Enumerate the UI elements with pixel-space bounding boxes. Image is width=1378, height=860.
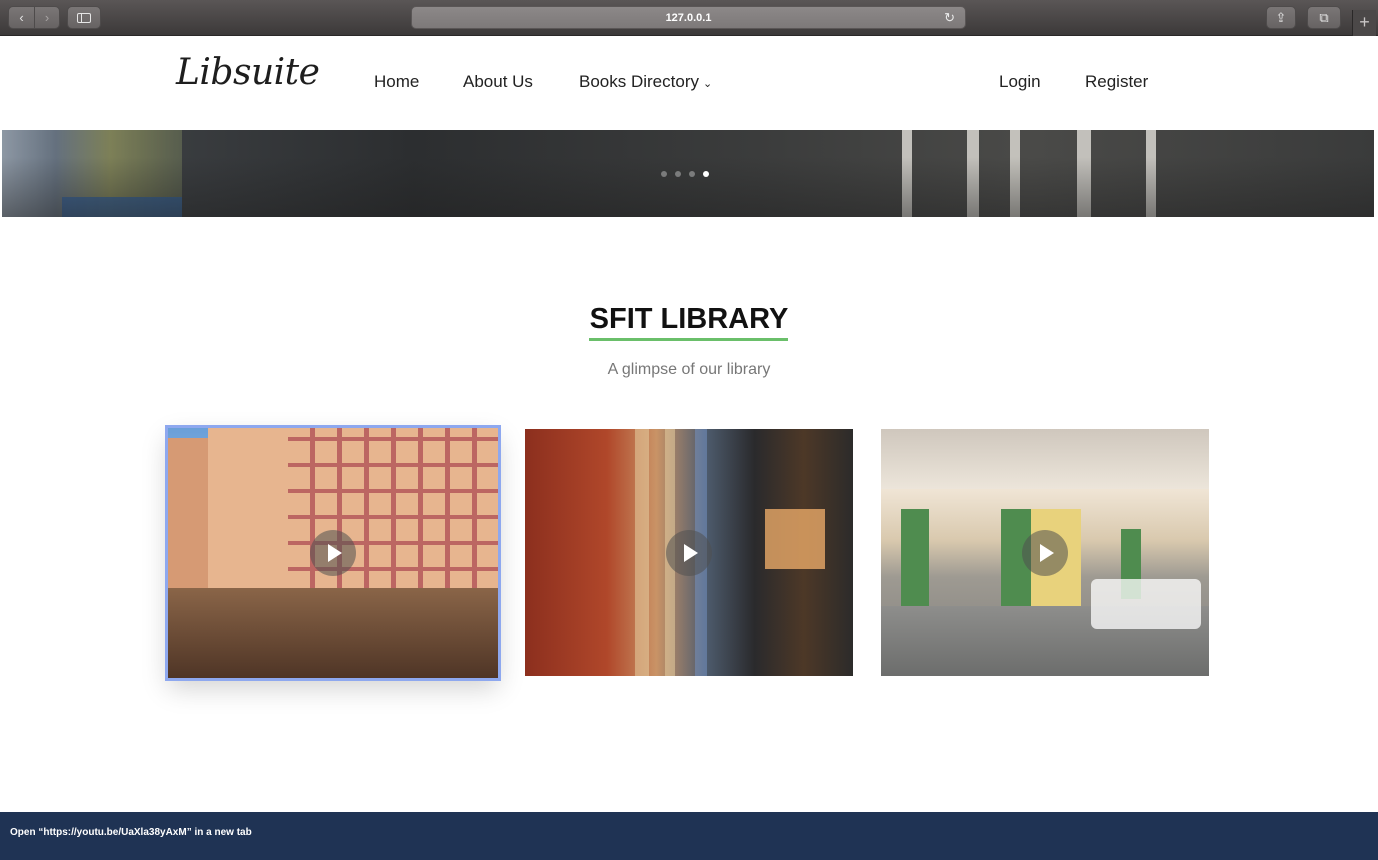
video-card-books[interactable] xyxy=(525,429,853,676)
back-icon[interactable]: ‹ xyxy=(9,7,34,28)
sidebar-icon xyxy=(77,12,91,23)
books-photo-window xyxy=(765,509,825,569)
show-tabs-button[interactable]: ⧉ xyxy=(1307,6,1341,29)
history-nav: ‹ › xyxy=(8,6,60,29)
site-footer: Open “https://youtu.be/UaXla38yAxM” in a… xyxy=(0,812,1378,860)
site-logo[interactable]: Libsuite xyxy=(176,52,320,93)
carousel-dot-3[interactable] xyxy=(689,171,695,177)
site-header: Libsuite Home About Us Books Directory ⌄ … xyxy=(0,36,1378,130)
browser-status-text: Open “https://youtu.be/UaXla38yAxM” in a… xyxy=(10,827,252,838)
play-icon[interactable] xyxy=(1022,529,1068,576)
section-title: SFIT LIBRARY xyxy=(589,303,789,335)
reading-room-shelf xyxy=(901,509,929,609)
nav-books-label: Books Directory xyxy=(579,72,699,91)
chevron-down-icon: ⌄ xyxy=(702,78,713,90)
building-photo-ground xyxy=(168,588,498,678)
section-subtitle: A glimpse of our library xyxy=(607,361,771,378)
nav-books-dropdown[interactable]: Books Directory ⌄ xyxy=(579,72,712,92)
play-icon[interactable] xyxy=(666,529,712,576)
hero-image-floor xyxy=(2,157,1374,217)
share-icon: ⇪ xyxy=(1275,9,1287,25)
video-card-reading-room[interactable] xyxy=(881,429,1209,676)
tabs-icon: ⧉ xyxy=(1319,9,1329,25)
address-bar[interactable]: 127.0.0.1 ↻ xyxy=(411,6,966,29)
title-underline xyxy=(589,338,788,341)
sidebar-toggle-button[interactable] xyxy=(67,6,101,29)
forward-icon[interactable]: › xyxy=(33,7,59,28)
play-icon[interactable] xyxy=(310,530,356,576)
browser-toolbar: ‹ › 127.0.0.1 ↻ ⇪ ⧉ + xyxy=(0,0,1378,36)
url-text: 127.0.0.1 xyxy=(665,11,712,24)
nav-about-link[interactable]: About Us xyxy=(463,72,533,92)
carousel-dot-1[interactable] xyxy=(661,171,667,177)
book-spine xyxy=(635,429,649,676)
hero-carousel xyxy=(2,130,1374,217)
new-tab-button[interactable]: + xyxy=(1352,10,1376,36)
nav-login-link[interactable]: Login xyxy=(999,72,1041,92)
share-button[interactable]: ⇪ xyxy=(1266,6,1296,29)
nav-register-link[interactable]: Register xyxy=(1085,72,1148,92)
reload-icon[interactable]: ↻ xyxy=(944,10,955,26)
nav-home-link[interactable]: Home xyxy=(374,72,419,92)
carousel-indicators xyxy=(661,171,709,177)
video-card-building[interactable] xyxy=(165,425,501,681)
reading-room-ceiling xyxy=(881,429,1209,489)
reading-room-chairs xyxy=(1091,579,1201,629)
carousel-dot-4[interactable] xyxy=(703,171,709,177)
carousel-dot-2[interactable] xyxy=(675,171,681,177)
